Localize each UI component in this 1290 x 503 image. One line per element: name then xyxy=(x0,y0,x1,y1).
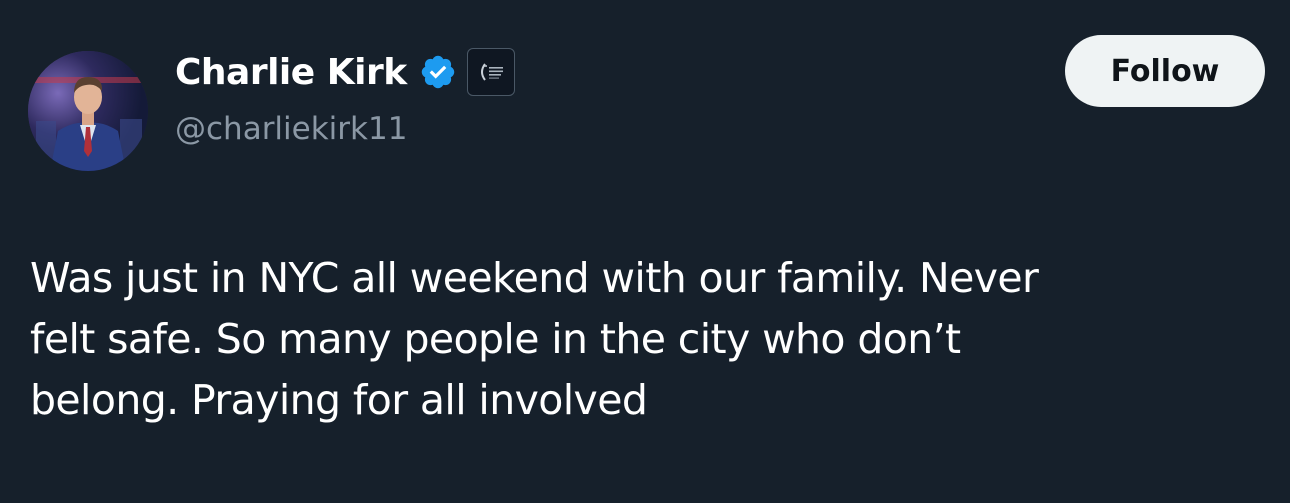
verified-check-icon[interactable] xyxy=(419,53,457,91)
display-name[interactable]: Charlie Kirk xyxy=(175,52,407,93)
tweet-text: Was just in NYC all weekend with our fam… xyxy=(30,248,1280,431)
tweet-text-line: Was just in NYC all weekend with our fam… xyxy=(30,254,1039,302)
tweet-text-line: felt safe. So many people in the city wh… xyxy=(30,315,961,363)
tweet-card: Charlie Kirk @charliekirk11 Follow Was j… xyxy=(0,0,1290,503)
follow-button[interactable]: Follow xyxy=(1065,35,1265,107)
user-handle[interactable]: @charliekirk11 xyxy=(175,111,407,147)
avatar[interactable] xyxy=(28,51,148,171)
turning-point-usa-logo[interactable] xyxy=(466,48,515,96)
tweet-text-line: belong. Praying for all involved xyxy=(30,376,648,424)
avatar-image xyxy=(28,51,148,171)
name-row: Charlie Kirk xyxy=(175,44,515,100)
